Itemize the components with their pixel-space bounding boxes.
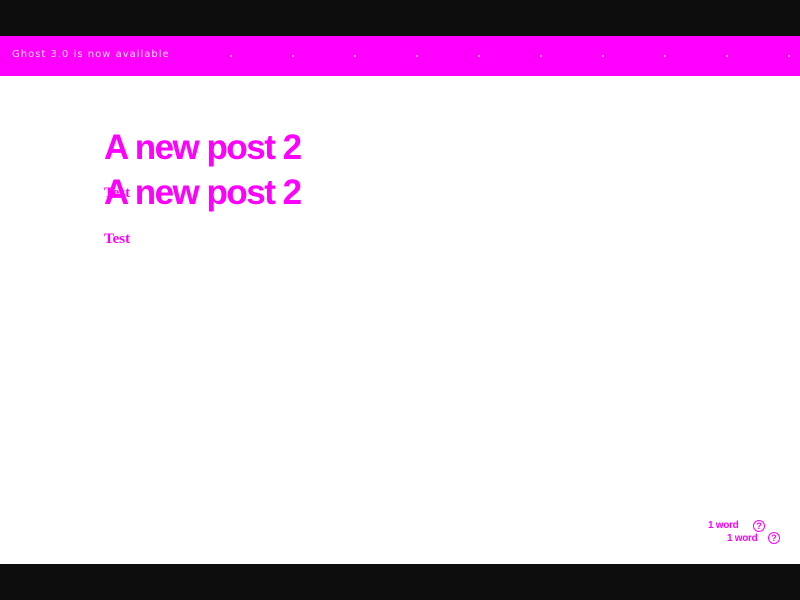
- banner-text[interactable]: Ghost 3.0 is now available: [12, 49, 170, 60]
- banner-dot: [354, 55, 356, 57]
- banner-dot: [230, 55, 232, 57]
- post-title[interactable]: A new post 2: [104, 130, 302, 165]
- word-count-ghost: 1 word: [727, 533, 758, 544]
- banner-dot: [602, 55, 604, 57]
- banner-dot: [664, 55, 666, 57]
- banner-dot: [540, 55, 542, 57]
- banner-decoration: [230, 55, 790, 57]
- app-window: Ghost 3.0 is now available A new post 2 …: [0, 0, 800, 600]
- banner-dot: [416, 55, 418, 57]
- banner-dot: [726, 55, 728, 57]
- post-body[interactable]: Test: [104, 186, 130, 201]
- banner-dot: [478, 55, 480, 57]
- word-count: 1 word: [708, 520, 739, 531]
- banner-dot: [292, 55, 294, 57]
- help-icon[interactable]: ?: [753, 520, 765, 532]
- post-title-ghost[interactable]: A new post 2: [104, 175, 302, 210]
- post-editor[interactable]: A new post 2 A new post 2 Test Test 1 wo…: [0, 76, 800, 564]
- post-body-ghost[interactable]: Test: [104, 232, 130, 247]
- upgrade-banner[interactable]: Ghost 3.0 is now available: [0, 36, 800, 76]
- banner-dot: [788, 55, 790, 57]
- help-icon-ghost[interactable]: ?: [768, 532, 780, 544]
